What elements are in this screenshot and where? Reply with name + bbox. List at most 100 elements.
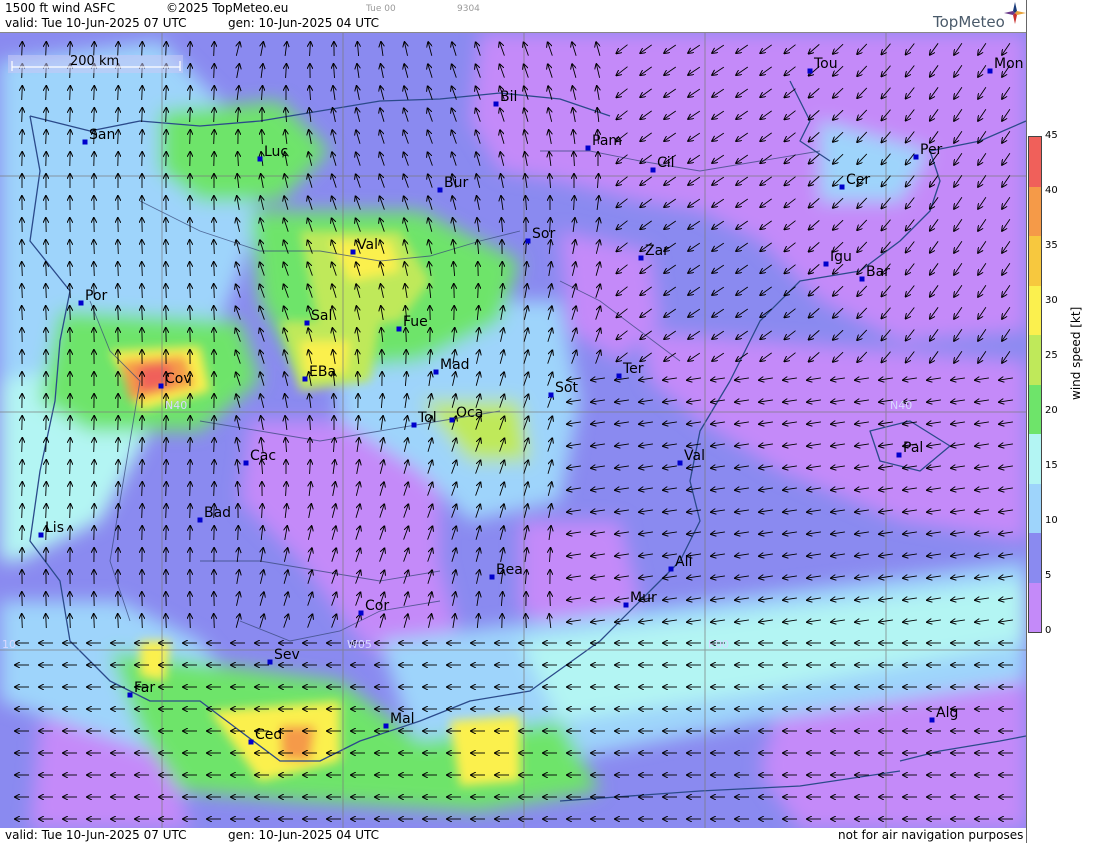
legend-unit-label: wind speed [kt] bbox=[1069, 306, 1083, 400]
city-label: Lis bbox=[45, 520, 64, 536]
valid-time: valid: Tue 10-Jun-2025 07 UTC bbox=[5, 16, 187, 30]
city-label: Ali bbox=[675, 554, 692, 570]
color-scale-bar bbox=[1028, 136, 1042, 633]
wind-arrow bbox=[214, 262, 215, 277]
color-scale-step bbox=[1029, 384, 1041, 434]
wind-arrow bbox=[94, 438, 95, 453]
wind-arrow bbox=[214, 86, 215, 101]
wind-arrow bbox=[190, 108, 191, 123]
city-label: Bur bbox=[444, 175, 468, 191]
wind-arrow bbox=[46, 504, 47, 519]
wind-arrow bbox=[46, 130, 47, 145]
city-label: Val bbox=[684, 448, 705, 464]
city-label: Bar bbox=[866, 264, 890, 280]
wind-arrow bbox=[118, 86, 119, 101]
wind-arrow bbox=[142, 130, 143, 145]
wind-arrow bbox=[46, 108, 47, 123]
color-scale-step bbox=[1029, 285, 1041, 335]
city-label: Bil bbox=[500, 89, 517, 105]
city-label: Sev bbox=[274, 647, 300, 663]
wind-arrow bbox=[190, 482, 191, 497]
city-label: Cer bbox=[846, 172, 870, 188]
wind-arrow bbox=[70, 504, 71, 519]
city-label: Cil bbox=[657, 155, 675, 171]
wind-arrow bbox=[550, 592, 551, 607]
wind-arrow bbox=[190, 614, 191, 629]
wind-arrow bbox=[142, 108, 143, 123]
wind-arrow bbox=[70, 438, 71, 453]
compass-logo-icon bbox=[1004, 2, 1026, 24]
wind-arrow bbox=[22, 306, 23, 321]
wind-arrow bbox=[190, 130, 191, 145]
city-label: Sot bbox=[555, 380, 578, 396]
wind-arrow bbox=[46, 482, 47, 497]
wind-arrow bbox=[70, 86, 71, 101]
wind-arrow bbox=[22, 614, 23, 629]
city-label: Fue bbox=[403, 314, 428, 330]
wind-arrow bbox=[118, 284, 119, 299]
city-label: Pam bbox=[592, 133, 622, 149]
wind-arrow bbox=[94, 86, 95, 101]
wind-arrow bbox=[22, 130, 23, 145]
city-label: Cov bbox=[165, 371, 192, 387]
city-label: Val bbox=[357, 237, 378, 253]
wind-arrow bbox=[46, 438, 47, 453]
footer-generated-time: gen: 10-Jun-2025 04 UTC bbox=[228, 828, 380, 842]
run-label: Tue 00 bbox=[366, 4, 396, 14]
city-label: San bbox=[89, 127, 115, 143]
city-label: Luc bbox=[264, 144, 288, 160]
wind-arrow bbox=[214, 614, 215, 629]
wind-arrow bbox=[166, 108, 167, 123]
wind-arrow bbox=[118, 438, 119, 453]
city-label: EBa bbox=[309, 364, 336, 380]
color-scale-tick-label: 40 bbox=[1045, 185, 1058, 196]
high-area-alboran bbox=[450, 716, 520, 786]
wind-arrow bbox=[70, 108, 71, 123]
wind-arrow bbox=[70, 482, 71, 497]
wind-arrow bbox=[190, 306, 191, 321]
wind-arrow bbox=[166, 504, 167, 519]
wind-arrow bbox=[214, 64, 215, 79]
wind-arrow bbox=[166, 130, 167, 145]
city-label: Pal bbox=[903, 440, 923, 456]
wind-arrow bbox=[94, 614, 95, 629]
color-scale-step bbox=[1029, 236, 1041, 286]
color-scale-tick-label: 30 bbox=[1045, 295, 1058, 306]
city-label: Bea bbox=[496, 562, 523, 578]
city-label: Igu bbox=[830, 249, 852, 265]
disclaimer-text: not for air navigation purposes bbox=[838, 828, 1024, 842]
wind-map[interactable]: N40 N40 W05 E00 10 200 km San Luc Bil Tou Mo… bbox=[0, 32, 1026, 830]
city-label: Mur bbox=[630, 590, 657, 606]
high-area-cadiz-west bbox=[140, 641, 170, 681]
wind-arrow bbox=[118, 130, 119, 145]
wind-arrow bbox=[142, 614, 143, 629]
city-label: Far bbox=[134, 680, 155, 696]
wind-arrow bbox=[22, 460, 23, 475]
city-label: Sor bbox=[532, 226, 555, 242]
wind-arrow bbox=[214, 42, 215, 57]
wind-arrow bbox=[190, 438, 191, 453]
wind-arrow bbox=[142, 482, 143, 497]
wind-arrow bbox=[70, 284, 71, 299]
color-legend: 45 40 35 30 25 20 15 10 5 0 wind speed [kt] bbox=[1026, 0, 1117, 843]
wind-arrow bbox=[142, 42, 143, 57]
wind-arrow bbox=[190, 460, 191, 475]
city-label: Cor bbox=[365, 598, 389, 614]
wind-arrow bbox=[94, 306, 95, 321]
wind-arrow bbox=[190, 240, 191, 255]
wind-arrow bbox=[70, 614, 71, 629]
wind-arrow bbox=[166, 614, 167, 629]
wind-arrow bbox=[70, 262, 71, 277]
wind-arrow bbox=[118, 482, 119, 497]
color-scale-step bbox=[1029, 533, 1041, 583]
wind-arrow bbox=[190, 64, 191, 79]
wind-arrow bbox=[214, 306, 215, 321]
color-scale-step bbox=[1029, 186, 1041, 236]
wind-arrow bbox=[94, 482, 95, 497]
wind-arrow bbox=[214, 482, 215, 497]
wind-arrow bbox=[94, 240, 95, 255]
wind-arrow bbox=[46, 306, 47, 321]
wind-arrow bbox=[214, 108, 215, 123]
wind-arrow bbox=[214, 240, 215, 255]
wind-arrow bbox=[70, 240, 71, 255]
